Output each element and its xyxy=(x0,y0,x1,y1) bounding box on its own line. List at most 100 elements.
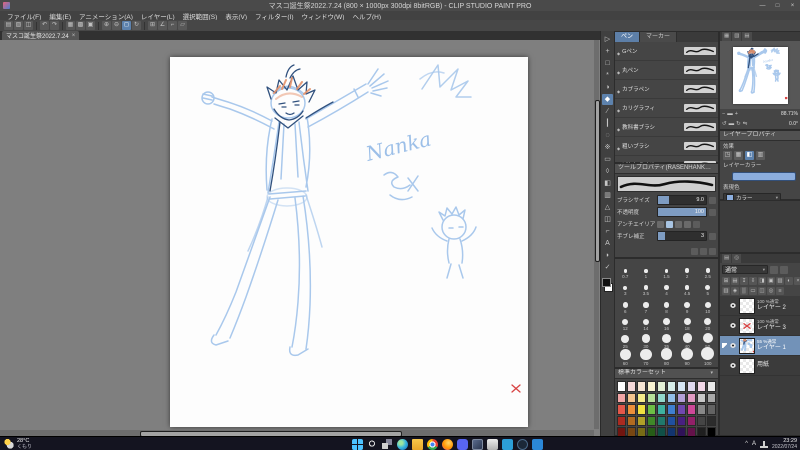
brush-size-option[interactable]: 8 xyxy=(656,296,677,314)
menu-item[interactable]: 選択範囲(S) xyxy=(179,11,222,21)
property-stepper-button[interactable] xyxy=(709,232,716,240)
color-swatch[interactable] xyxy=(707,381,716,392)
property-slider[interactable]: 9.0 xyxy=(657,195,707,205)
separator[interactable] xyxy=(98,21,99,30)
item-bank-tab-icon[interactable]: ▤ xyxy=(742,32,752,41)
lock-layer-icon[interactable]: ▣ xyxy=(767,277,775,285)
navigator-preview[interactable] xyxy=(720,41,800,109)
subtool-item[interactable]: カリグラフィ xyxy=(615,99,718,118)
document-close-icon[interactable]: × xyxy=(72,33,76,39)
draft-layer-icon[interactable]: ▒ xyxy=(740,287,748,295)
separator[interactable] xyxy=(36,21,37,30)
brush-size-option[interactable]: 1 xyxy=(636,261,657,279)
color-swatch[interactable] xyxy=(657,415,666,426)
ruler-tool-icon[interactable]: ⌐ xyxy=(602,226,613,237)
zoom-out-icon[interactable]: − xyxy=(722,111,725,117)
color-swatch[interactable] xyxy=(697,415,706,426)
lock-transparent-icon[interactable]: ▨ xyxy=(776,277,784,285)
separator[interactable] xyxy=(144,21,145,30)
color-swatch[interactable] xyxy=(647,392,656,403)
ime-indicator[interactable]: A xyxy=(752,441,756,447)
deselect-icon[interactable]: ▦ xyxy=(66,21,75,30)
layer-mask-icon[interactable]: ◐ xyxy=(785,277,793,285)
operation-tool-icon[interactable]: ▷ xyxy=(602,34,613,45)
color-swatch[interactable] xyxy=(707,404,716,415)
separator[interactable] xyxy=(62,21,63,30)
brush-size-option[interactable]: 100 xyxy=(697,347,718,366)
layer-row[interactable]: 55 %通常 レイヤー 1 xyxy=(720,336,800,356)
drawing-canvas[interactable]: Nanka xyxy=(170,57,528,427)
menu-item[interactable]: ヘルプ(H) xyxy=(348,11,385,21)
open-file-icon[interactable]: ▧ xyxy=(14,21,23,30)
frame-border-tool-icon[interactable]: ◫ xyxy=(602,214,613,225)
blend-tool-icon[interactable]: ◊ xyxy=(602,166,613,177)
color-swatch[interactable] xyxy=(627,392,636,403)
brush-size-option[interactable]: 3.5 xyxy=(636,279,657,296)
color-swatch[interactable] xyxy=(647,404,656,415)
line-correction-tool-icon[interactable]: ✓ xyxy=(602,262,613,273)
new-layer-icon[interactable]: ⊞ xyxy=(722,277,730,285)
brush-size-option[interactable]: 18 xyxy=(677,314,698,331)
navigator-canvas-thumbnail[interactable] xyxy=(732,46,788,104)
layer-thumbnail[interactable] xyxy=(739,357,755,374)
anti-aliasing-none[interactable] xyxy=(657,220,664,228)
color-swatch[interactable] xyxy=(637,404,646,415)
anti-aliasing-weak[interactable] xyxy=(666,220,673,228)
border-effect-icon[interactable]: ◳ xyxy=(723,151,732,160)
brush-size-option[interactable]: 1.5 xyxy=(656,261,677,279)
color-swatch[interactable] xyxy=(707,392,716,403)
subtool-item[interactable]: 丸ペン xyxy=(615,61,718,80)
color-swatch[interactable] xyxy=(617,415,626,426)
color-swatch[interactable] xyxy=(647,381,656,392)
reference-layer-icon[interactable]: ◈ xyxy=(731,287,739,295)
brush-size-option[interactable]: 6 xyxy=(615,296,636,314)
maximize-button[interactable]: □ xyxy=(770,0,785,11)
selection-tool-icon[interactable]: □ xyxy=(602,58,613,69)
start-button[interactable] xyxy=(352,438,363,450)
figure-tool-icon[interactable]: △ xyxy=(602,202,613,213)
brush-size-option[interactable]: 14 xyxy=(636,314,657,331)
minimize-button[interactable]: — xyxy=(755,0,770,11)
brush-size-option[interactable]: 16 xyxy=(656,314,677,331)
brush-size-option[interactable]: 7 xyxy=(636,296,657,314)
eraser-tool-icon[interactable]: ▭ xyxy=(602,154,613,165)
subtool-item[interactable]: Gペン xyxy=(615,42,718,61)
material-icon[interactable]: ▱ xyxy=(178,21,187,30)
property-slider[interactable]: 3 xyxy=(657,231,707,241)
pen-tool-icon[interactable]: ◆ xyxy=(602,94,613,105)
color-swatch[interactable] xyxy=(647,415,656,426)
palette-color-icon[interactable]: ▭ xyxy=(749,287,757,295)
explorer-icon[interactable] xyxy=(412,438,423,450)
anti-aliasing-middle[interactable] xyxy=(675,220,682,228)
blend-mode-dropdown[interactable]: 通常 ▾ xyxy=(722,265,768,274)
color-swatch[interactable] xyxy=(687,415,696,426)
brush-size-option[interactable]: 4.5 xyxy=(677,279,698,296)
color-swatch[interactable] xyxy=(677,404,686,415)
text-tool-icon[interactable]: A xyxy=(602,238,613,249)
color-swatch[interactable] xyxy=(657,381,666,392)
color-swatch[interactable] xyxy=(627,415,636,426)
color-swatch[interactable] xyxy=(637,415,646,426)
visibility-eye-icon[interactable] xyxy=(729,302,737,309)
brush-size-option[interactable]: 30 xyxy=(636,331,657,349)
clip-studio-icon[interactable] xyxy=(472,438,483,450)
color-swatch[interactable] xyxy=(657,392,666,403)
new-folder-icon[interactable]: ▤ xyxy=(731,277,739,285)
weather-widget[interactable]: 28°C くもり xyxy=(4,438,32,450)
close-button[interactable]: × xyxy=(785,0,800,11)
eyedropper-tool-icon[interactable]: ◑ xyxy=(602,82,613,93)
color-swatch[interactable] xyxy=(677,415,686,426)
foreground-background-colors[interactable] xyxy=(602,278,613,292)
subtool-item[interactable]: 教科書ブラシ xyxy=(615,118,718,137)
color-swatch[interactable] xyxy=(637,381,646,392)
color-swatch[interactable] xyxy=(617,381,626,392)
redo-icon[interactable]: ↷ xyxy=(50,21,59,30)
brush-size-option[interactable]: 12 xyxy=(615,314,636,331)
rotate-left-icon[interactable]: ↺ xyxy=(722,121,727,127)
brush-size-option[interactable]: 80 xyxy=(656,348,677,366)
layer-color-swatch[interactable] xyxy=(732,172,796,181)
color-swatch[interactable] xyxy=(627,381,636,392)
anti-aliasing-strong[interactable] xyxy=(684,220,691,228)
transfer-down-icon[interactable]: ↧ xyxy=(740,277,748,285)
menu-item[interactable]: ウィンドウ(W) xyxy=(298,11,349,21)
